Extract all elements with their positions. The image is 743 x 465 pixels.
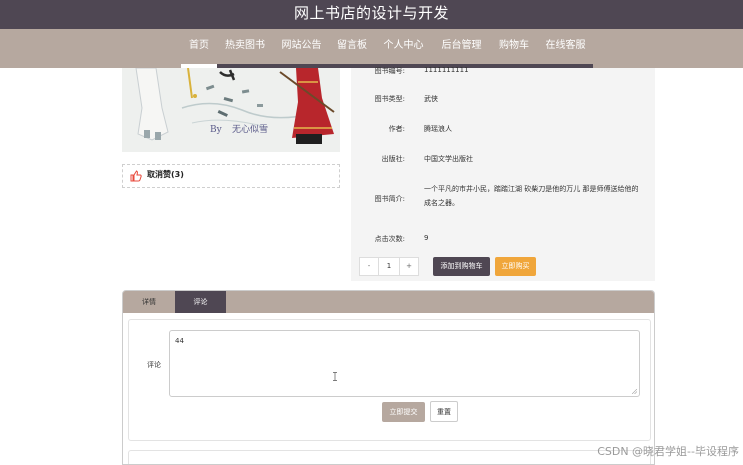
resize-grip-icon[interactable] [632, 389, 637, 394]
nav-item-cart[interactable]: 购物车 [490, 29, 538, 68]
comment-list-box [128, 450, 651, 464]
info-label: 点击次数: [374, 235, 405, 243]
info-label: 图书类型: [374, 95, 405, 103]
nav-item-home[interactable]: 首页 [181, 29, 217, 68]
nav-item-label: 热卖图书 [225, 40, 265, 51]
nav-item-label: 个人中心 [383, 40, 424, 51]
tabs-header: 详情 评论 [123, 291, 654, 313]
info-label: 图书简介: [374, 195, 405, 203]
nav-item-label: 首页 [189, 40, 209, 51]
nav-item-hot-books[interactable]: 热卖图书 [217, 29, 273, 68]
book-cover-illustration: By 无心似雪 [122, 68, 340, 152]
tab-details[interactable]: 详情 [123, 291, 175, 313]
main-nav: 首页 热卖图书 网站公告 留言板 个人中心 后台管理 购物车 在线客服 [0, 29, 743, 68]
comment-textarea[interactable]: 44 [169, 330, 640, 397]
quantity-stepper: - 1 + [359, 257, 419, 276]
nav-items: 首页 热卖图书 网站公告 留言板 个人中心 后台管理 购物车 在线客服 [181, 29, 593, 68]
comment-label: 评论 [147, 361, 161, 369]
nav-item-support[interactable]: 在线客服 [538, 29, 593, 68]
cover-caption-author: 无心似雪 [232, 124, 268, 135]
cover-caption-by: By [210, 125, 223, 135]
reset-button[interactable]: 重置 [430, 401, 458, 422]
nav-item-label: 购物车 [499, 40, 529, 51]
quantity-input[interactable]: 1 [378, 258, 400, 275]
nav-item-admin[interactable]: 后台管理 [433, 29, 490, 68]
nav-item-label: 留言板 [337, 40, 367, 51]
info-label: 作者: [388, 125, 405, 133]
tab-comments[interactable]: 评论 [175, 291, 226, 313]
watermark: CSDN @晓君学姐--毕设程序 [597, 445, 739, 458]
info-value: 一个平凡的市井小民，踏踏江湖 砍柴刀是他的万儿 那是师傅送给他的成名之器。 [424, 185, 639, 207]
like-toggle[interactable]: 取消赞(3) [122, 164, 340, 188]
nav-item-announcements[interactable]: 网站公告 [273, 29, 330, 68]
info-label: 图书编号: [374, 67, 405, 75]
add-to-cart-button[interactable]: 添加到购物车 [433, 257, 490, 276]
quantity-decrement-button[interactable]: - [360, 258, 378, 275]
page: 网上书店的设计与开发 首页 热卖图书 网站公告 留言板 个人中心 后台管理 购物… [0, 0, 743, 465]
info-value: 1111111111 [424, 66, 469, 74]
buy-now-button[interactable]: 立即购买 [495, 257, 536, 276]
nav-item-user-center[interactable]: 个人中心 [374, 29, 433, 68]
nav-item-label: 后台管理 [441, 40, 482, 51]
info-value: 9 [424, 234, 429, 242]
info-value: 腾瑶浪人 [424, 125, 452, 133]
quantity-increment-button[interactable]: + [400, 258, 418, 275]
submit-comment-button[interactable]: 立即提交 [382, 402, 425, 422]
comment-text: 44 [175, 337, 184, 345]
thumbs-up-icon [130, 170, 142, 182]
info-value: 中国文学出版社 [424, 155, 473, 163]
book-cover-image: By 无心似雪 [122, 68, 340, 152]
like-label: 取消赞(3) [147, 170, 184, 179]
book-info-panel: 图书编号: 1111111111 图书类型: 武侠 作者: 腾瑶浪人 出版社: … [351, 66, 655, 281]
info-label: 出版社: [381, 155, 405, 163]
comment-form: 评论 44 立即提交 重置 [128, 319, 651, 441]
nav-item-message-board[interactable]: 留言板 [330, 29, 374, 68]
site-title: 网上书店的设计与开发 [293, 4, 449, 22]
nav-item-label: 在线客服 [545, 40, 586, 51]
header-bar: 网上书店的设计与开发 [0, 0, 743, 29]
details-tabs: 详情 评论 评论 44 立即提交 重置 [122, 290, 655, 465]
info-value: 武侠 [424, 95, 438, 103]
nav-item-label: 网站公告 [281, 40, 322, 51]
text-cursor-icon [333, 372, 337, 381]
